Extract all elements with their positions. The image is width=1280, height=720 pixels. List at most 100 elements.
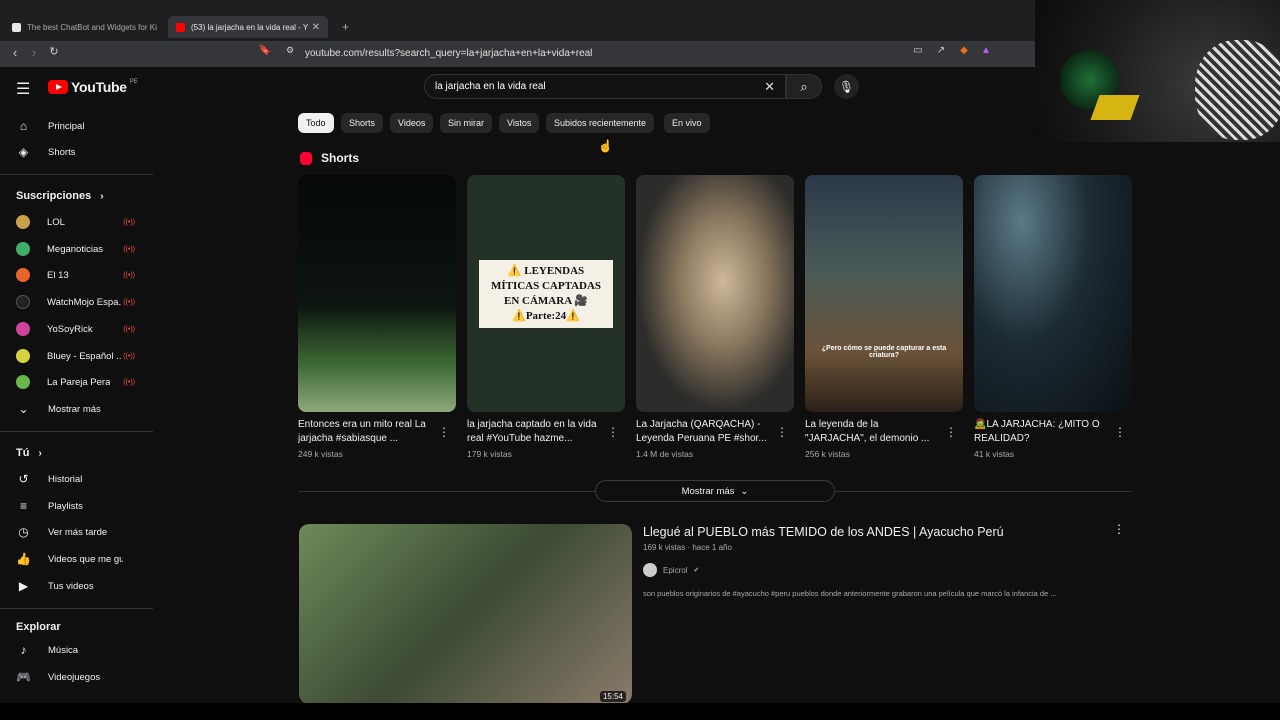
divider (0, 431, 153, 432)
sidebar-item-label: El 13 (47, 269, 69, 281)
region-code: PE (129, 79, 138, 85)
clock-icon: ◷ (18, 525, 29, 539)
video-channel[interactable]: Epicrol ✔ (643, 563, 699, 577)
chevron-down-icon: ⌄ (18, 402, 29, 416)
video-thumbnail[interactable]: 15:54 (299, 524, 632, 704)
short-thumbnail[interactable] (974, 175, 1132, 412)
more-options-icon[interactable]: ⋮ (1113, 522, 1125, 536)
sidebar-item-home[interactable]: ⌂ Principal (0, 114, 153, 138)
cast-icon[interactable]: ▭ (910, 45, 926, 56)
channel-name[interactable]: Epicrol (663, 566, 687, 575)
short-thumbnail[interactable] (636, 175, 794, 412)
menu-icon[interactable]: ☰ (16, 79, 30, 99)
chip-videos[interactable]: Videos (390, 113, 434, 133)
chip-watched[interactable]: Vistos (499, 113, 540, 133)
rewards-icon[interactable]: ▲ (978, 45, 994, 56)
address-bar: ‹ › ↻ 🔖 ⚙ youtube.com/results?search_que… (0, 41, 1035, 67)
short-card[interactable]: ⚠️ LEYENDAS MÍTICAS CAPTADAS EN CÁMARA 🎥… (467, 175, 625, 459)
video-description: son pueblos originarios de #ayacucho #pe… (643, 589, 1057, 598)
chip-recently-uploaded[interactable]: Subidos recientemente (546, 113, 655, 133)
sidebar-item-your-videos[interactable]: ▶ Tus videos (0, 574, 153, 598)
sidebar-item-playlists[interactable]: ≡ Playlists (0, 494, 153, 518)
new-tab-button[interactable]: + (334, 16, 357, 38)
search-input[interactable]: la jarjacha en la vida real ✕ (424, 74, 786, 99)
sidebar-item-label: YoSoyRick (47, 323, 93, 335)
shorts-heading: Shorts (300, 151, 359, 165)
close-icon[interactable]: ✕ (312, 22, 320, 33)
sidebar-item-label: LOL (47, 216, 65, 228)
avatar (16, 268, 30, 282)
chip-shorts[interactable]: Shorts (341, 113, 384, 133)
more-options-icon[interactable]: ⋮ (776, 425, 788, 439)
short-card[interactable]: Entonces era un mito real La jarjacha #s… (298, 175, 456, 459)
youtube-play-icon (48, 80, 68, 94)
live-icon: ((•)) (123, 352, 135, 360)
youtube-logo[interactable]: YouTube PE (48, 79, 138, 95)
you-heading[interactable]: Tú › (16, 447, 42, 459)
sidebar-item-games[interactable]: 🎮 Videojuegos (0, 665, 153, 689)
short-thumbnail[interactable] (298, 175, 456, 412)
short-title[interactable]: la jarjacha captado en la vida real #You… (467, 418, 602, 446)
url-field[interactable]: youtube.com/results?search_query=la+jarj… (305, 48, 592, 59)
live-icon: ((•)) (123, 218, 135, 226)
chip-live[interactable]: En vivo (664, 113, 710, 133)
browser-tab[interactable]: The best ChatBot and Widgets for Ki (4, 16, 164, 38)
reload-icon[interactable]: ↻ (46, 45, 62, 58)
video-title[interactable]: Llegué al PUEBLO más TEMIDO de los ANDES… (643, 525, 1004, 539)
site-info-icon[interactable]: ⚙ (282, 45, 298, 56)
voice-search-button[interactable]: 🎙 (834, 74, 859, 99)
show-more-button[interactable]: ⌄ Mostrar más (0, 397, 153, 421)
chip-all[interactable]: Todo (298, 113, 334, 133)
forward-icon[interactable]: › (26, 45, 42, 60)
more-options-icon[interactable]: ⋮ (438, 425, 450, 439)
sidebar-item-label: Música (48, 644, 79, 656)
sidebar-item-label: Playlists (48, 500, 83, 512)
more-options-icon[interactable]: ⋮ (945, 425, 957, 439)
search-icon: ⌕ (800, 78, 808, 94)
sidebar-item-history[interactable]: ↺ Historial (0, 467, 153, 491)
sidebar-item-shorts[interactable]: ◈ Shorts (0, 140, 153, 164)
short-title[interactable]: 🧟LA JARJACHA: ¿MITO O REALIDAD? (974, 418, 1109, 446)
chevron-right-icon: › (38, 448, 42, 459)
sidebar-sub-item[interactable]: El 13 ((•)) (0, 263, 153, 287)
short-views: 1.4 M de vistas (636, 449, 694, 459)
sidebar-sub-item[interactable]: Meganoticias ((•)) (0, 237, 153, 261)
short-title[interactable]: La Jarjacha (QARQACHA) - Leyenda Peruana… (636, 418, 771, 446)
sidebar-item-music[interactable]: ♪ Música (0, 638, 153, 662)
chip-unwatched[interactable]: Sin mirar (440, 113, 493, 133)
show-more-shorts-button[interactable]: Mostrar más ⌄ (595, 480, 835, 502)
sidebar-sub-item[interactable]: LOL ((•)) (0, 210, 153, 234)
short-card[interactable]: ¿Pero cómo se puede capturar a esta cria… (805, 175, 963, 459)
subscriptions-heading[interactable]: Suscripciones › (16, 190, 104, 202)
share-icon[interactable]: ↗ (933, 45, 949, 56)
search-button[interactable]: ⌕ (786, 74, 822, 99)
brave-shield-icon[interactable]: ◆ (956, 45, 972, 56)
short-thumbnail[interactable]: ⚠️ LEYENDAS MÍTICAS CAPTADAS EN CÁMARA 🎥… (467, 175, 625, 412)
short-card[interactable]: 🧟LA JARJACHA: ¿MITO O REALIDAD? 41 k vis… (974, 175, 1132, 459)
more-options-icon[interactable]: ⋮ (1114, 425, 1126, 439)
shorts-icon (300, 151, 312, 165)
short-card[interactable]: La Jarjacha (QARQACHA) - Leyenda Peruana… (636, 175, 794, 459)
chevron-right-icon: › (100, 191, 104, 202)
back-icon[interactable]: ‹ (7, 45, 23, 60)
browser-tab-active[interactable]: (53) la jarjacha en la vida real - Y ✕ (168, 16, 328, 38)
sidebar-sub-item[interactable]: Bluey - Español ... ((•)) (0, 344, 153, 368)
clear-search-icon[interactable]: ✕ (764, 79, 775, 95)
live-icon: ((•)) (123, 271, 135, 279)
bookmark-icon[interactable]: 🔖 (257, 45, 273, 56)
sidebar-sub-item[interactable]: YoSoyRick ((•)) (0, 317, 153, 341)
divider (0, 174, 153, 175)
search-value: la jarjacha en la vida real (435, 81, 546, 92)
music-icon: ♪ (20, 643, 27, 657)
sidebar-sub-item[interactable]: La Pareja Pera ((•)) (0, 370, 153, 394)
short-thumbnail[interactable]: ¿Pero cómo se puede capturar a esta cria… (805, 175, 963, 412)
sidebar-item-watch-later[interactable]: ◷ Ver más tarde (0, 520, 153, 544)
thumbnail-overlay-text: ¿Pero cómo se puede capturar a esta cria… (821, 345, 947, 359)
more-options-icon[interactable]: ⋮ (607, 425, 619, 439)
sidebar-sub-item[interactable]: WatchMojo Espa... ((•)) (0, 290, 153, 314)
live-icon: ((•)) (123, 245, 135, 253)
avatar[interactable] (643, 563, 657, 577)
short-title[interactable]: La leyenda de la "JARJACHA", el demonio … (805, 418, 940, 446)
short-title[interactable]: Entonces era un mito real La jarjacha #s… (298, 418, 433, 446)
sidebar-item-liked[interactable]: 👍 Videos que me gus... (0, 547, 153, 571)
